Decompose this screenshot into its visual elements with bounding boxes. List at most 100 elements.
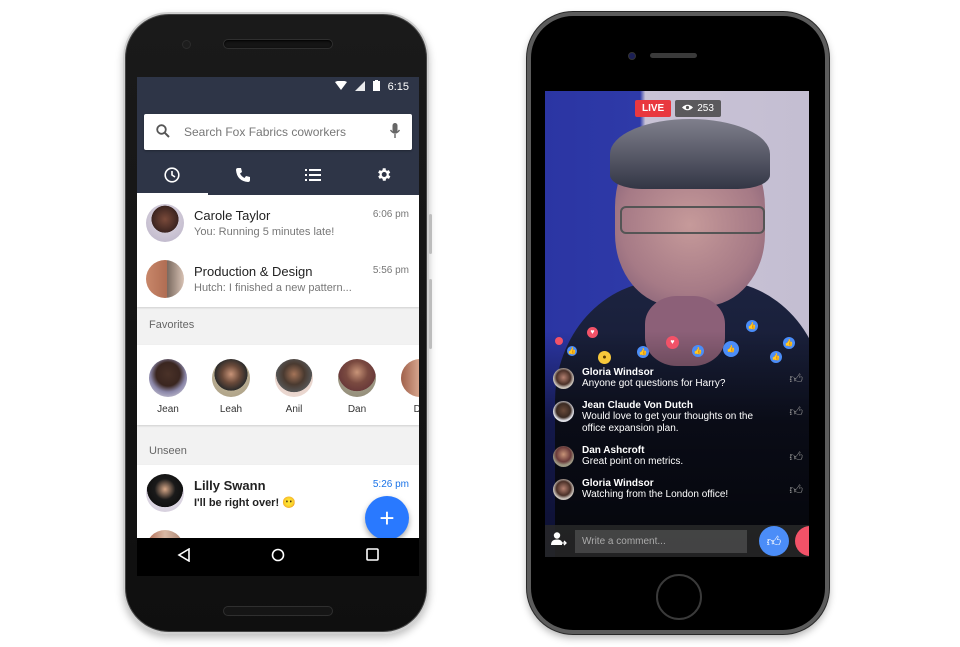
avatar (338, 359, 376, 397)
comment: Jean Claude Von Dutch Would love to get … (553, 400, 803, 435)
gear-icon (375, 166, 392, 188)
status-bar: 6:15 (137, 77, 419, 97)
avatar (212, 359, 250, 397)
favorite-name: Do (413, 404, 419, 415)
wifi-icon (334, 80, 347, 94)
live-status: LIVE 253 (635, 100, 721, 117)
comment-text: Would love to get your thoughts on the o… (582, 411, 754, 434)
favorites-heading: Favorites (149, 319, 195, 331)
android-phone: 6:15 Search Fox Fabrics coworkers Carole… (123, 12, 432, 634)
like-comment-icon[interactable]: 👍︎ (789, 404, 803, 420)
commenter-name: Gloria Windsor (582, 478, 654, 489)
tab-settings[interactable] (349, 159, 420, 195)
iphone: LIVE 253 👍 ♥ ● 👍 ♥ 👍 👍 👍 👍 👍 Gloria Wind… (527, 12, 829, 634)
favorite-name: Jean (157, 404, 179, 415)
front-camera (628, 52, 636, 60)
home-button[interactable] (271, 548, 285, 567)
volume-button (429, 279, 432, 349)
love-reaction-icon (555, 337, 563, 345)
new-message-button[interactable]: + (365, 496, 409, 540)
like-reaction-icon: 👍 (746, 320, 758, 332)
comment-list: Gloria Windsor Anyone got questions for … (553, 367, 803, 511)
status-time: 6:15 (387, 81, 409, 93)
favorite-name: Anil (285, 404, 303, 415)
conversation-preview: You: Running 5 minutes late! (194, 226, 335, 238)
commenter-avatar (553, 446, 574, 467)
avatar (146, 474, 184, 512)
comment-text: Anyone got questions for Harry? (582, 378, 726, 389)
like-comment-icon[interactable]: 👍︎ (789, 482, 803, 498)
earpiece-speaker (650, 53, 697, 58)
phone-icon (235, 167, 251, 188)
tab-groups[interactable] (278, 159, 349, 195)
bottom-speaker (223, 606, 333, 616)
viewer-count-value: 253 (697, 103, 714, 114)
clock-icon (164, 166, 180, 188)
front-camera (182, 40, 191, 49)
favorites-strip: Jean Leah Anil Dan Do (137, 345, 419, 425)
search-input[interactable]: Search Fox Fabrics coworkers (184, 125, 390, 139)
video-presenter-glasses (620, 206, 765, 234)
comment-input[interactable] (575, 529, 747, 553)
comment: Gloria Windsor Anyone got questions for … (553, 367, 803, 390)
battery-icon (372, 80, 380, 94)
comment-text: Great point on metrics. (582, 456, 684, 467)
favorite-contact[interactable]: Jean (149, 359, 187, 425)
list-icon (305, 168, 322, 187)
favorite-contact[interactable]: Do (401, 359, 419, 425)
live-badge: LIVE (635, 100, 672, 117)
commenter-avatar (553, 401, 574, 422)
like-button[interactable]: 👍︎ (759, 526, 789, 556)
like-reaction-icon: 👍 (692, 345, 704, 357)
like-comment-icon[interactable]: 👍︎ (789, 449, 803, 465)
comment-bar: 👍︎ (545, 525, 809, 557)
signal-icon (354, 80, 365, 94)
avatar (401, 359, 419, 397)
search-icon (156, 123, 170, 141)
conversation-preview: Hutch: I finished a new pattern... (194, 282, 352, 294)
conversation-row[interactable]: Carole Taylor You: Running 5 minutes lat… (137, 195, 419, 251)
back-button[interactable] (177, 547, 191, 567)
conversation-time: 5:26 pm (372, 479, 409, 490)
recents-button[interactable] (366, 548, 379, 566)
love-button[interactable] (795, 526, 809, 556)
thumbs-up-icon: 👍︎ (766, 532, 782, 549)
favorite-contact[interactable]: Anil (275, 359, 313, 425)
navigation-bar (137, 538, 419, 576)
like-reaction-icon: 👍 (723, 341, 739, 357)
group-avatar (146, 260, 184, 298)
love-reaction-icon: ♥ (587, 327, 598, 338)
android-screen: 6:15 Search Fox Fabrics coworkers Carole… (137, 77, 419, 576)
conversation-time: 6:06 pm (372, 209, 409, 220)
unseen-heading: Unseen (149, 445, 187, 457)
love-reaction-icon: ♥ (666, 336, 679, 349)
avatar (275, 359, 313, 397)
app-header: Search Fox Fabrics coworkers (137, 97, 419, 195)
plus-icon: + (379, 502, 395, 533)
comment-text: Watching from the London office! (582, 489, 729, 500)
invite-friend-icon[interactable] (551, 531, 567, 552)
commenter-avatar (553, 368, 574, 389)
like-reaction-icon: 👍 (770, 351, 782, 363)
favorite-contact[interactable]: Dan (338, 359, 376, 425)
like-comment-icon[interactable]: 👍︎ (789, 371, 803, 387)
search-bar[interactable]: Search Fox Fabrics coworkers (144, 114, 412, 150)
comment: Gloria Windsor Watching from the London … (553, 478, 803, 501)
like-reaction-icon: 👍 (783, 337, 795, 349)
tab-calls[interactable] (208, 159, 279, 195)
wow-reaction-icon: ● (598, 351, 611, 364)
comment: Dan Ashcroft Great point on metrics. 👍︎ (553, 445, 803, 468)
favorite-contact[interactable]: Leah (212, 359, 250, 425)
home-button[interactable] (656, 574, 702, 620)
conversation-row[interactable]: Production & Design Hutch: I finished a … (137, 251, 419, 307)
recent-conversations: Carole Taylor You: Running 5 minutes lat… (137, 195, 419, 307)
video-presenter-hair (610, 119, 770, 189)
microphone-icon[interactable] (389, 122, 401, 142)
commenter-avatar (553, 479, 574, 500)
tab-recent[interactable] (137, 159, 208, 195)
earpiece-speaker (223, 39, 333, 49)
tab-bar (137, 159, 419, 195)
viewer-count: 253 (675, 100, 721, 117)
avatar (146, 204, 184, 242)
favorite-name: Dan (347, 404, 367, 415)
